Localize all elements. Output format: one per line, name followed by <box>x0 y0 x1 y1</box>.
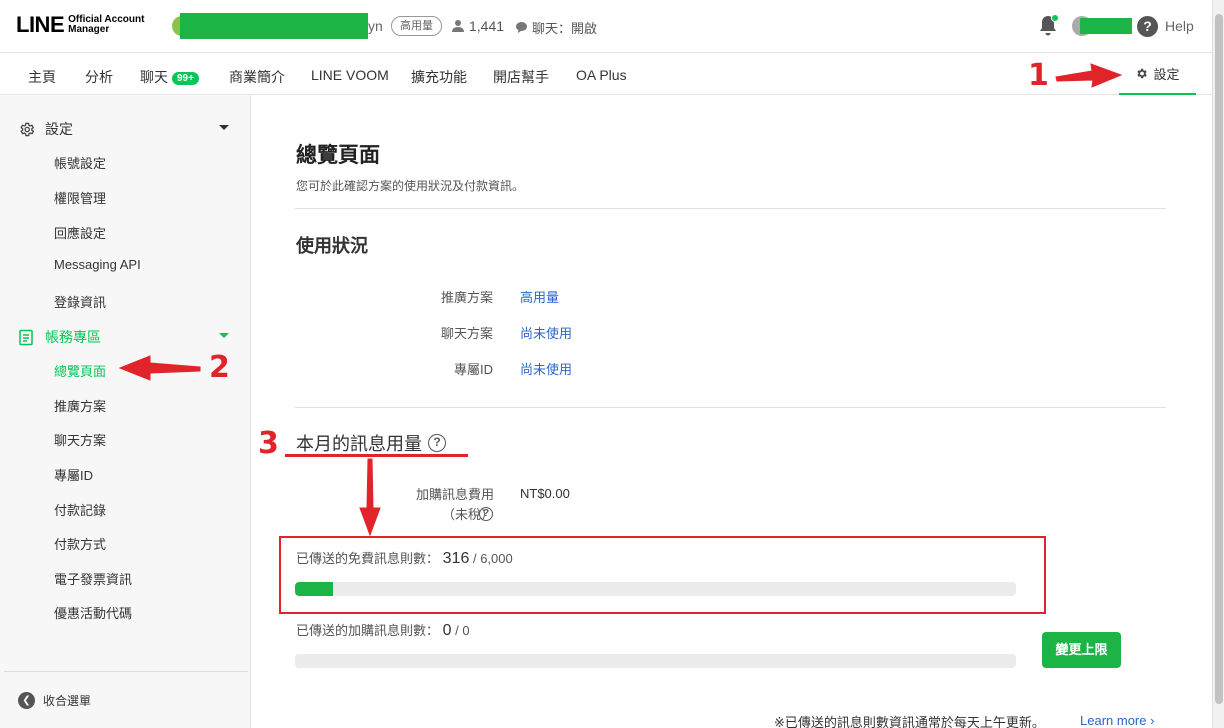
nav-business-profile[interactable]: 商業簡介 <box>229 67 285 87</box>
help-link[interactable]: Help <box>1165 18 1194 34</box>
premium-id-label: 專屬ID <box>453 362 493 377</box>
sidebar-item-promotion-plan[interactable]: 推廣方案 <box>54 396 106 415</box>
person-icon <box>452 20 464 32</box>
sidebar-item-e-invoice[interactable]: 電子發票資訊 <box>54 569 132 588</box>
question-icon[interactable]: ? <box>479 507 493 521</box>
sidebar-group-settings[interactable]: 設定 <box>18 119 73 139</box>
sidebar-item-registration-info[interactable]: 登錄資訊 <box>54 292 106 311</box>
promotion-plan-value[interactable]: 高用量 <box>520 287 559 306</box>
line-oa-logo[interactable]: LINE Official Account Manager <box>16 14 144 36</box>
sidebar-item-response-settings[interactable]: 回應設定 <box>54 223 106 242</box>
additional-fee-label-line1: 加購訊息費用 <box>415 487 494 502</box>
usage-status-heading: 使用狀況 <box>296 236 368 256</box>
collapse-menu-button[interactable]: ❮ 收合選單 <box>18 692 91 709</box>
promotion-plan-label: 推廣方案 <box>440 290 493 305</box>
chat-plan-value[interactable]: 尚未使用 <box>520 323 572 342</box>
sidebar: 設定 帳號設定 權限管理 回應設定 Messaging API 登錄資訊 帳務專… <box>0 95 251 728</box>
annotation-underline <box>285 454 468 457</box>
gear-outline-icon <box>20 122 35 136</box>
chat-status: 聊天：開啟 <box>515 18 597 37</box>
nav-home[interactable]: 主頁 <box>28 67 56 87</box>
notification-dot <box>1051 14 1059 22</box>
annotation-number-3: 3 <box>258 426 279 461</box>
friends-count-value: 1,441 <box>469 18 505 34</box>
question-icon[interactable]: ? <box>428 434 446 452</box>
page-title: 總覽頁面 <box>296 144 380 167</box>
friends-count: 1,441 <box>451 18 504 34</box>
main-content: 總覽頁面 您可於此確認方案的使用狀況及付款資訊。 使用狀況 推廣方案 高用量 聊… <box>252 95 1212 728</box>
sidebar-item-payment-history[interactable]: 付款記錄 <box>54 500 106 519</box>
collapse-menu-label: 收合選單 <box>43 694 92 708</box>
nav-shop-assistant[interactable]: 開店幫手 <box>493 67 549 87</box>
billing-document-icon <box>19 329 33 345</box>
annotation-number-2: 2 <box>209 350 230 385</box>
sidebar-item-premium-id[interactable]: 專屬ID <box>54 465 93 484</box>
learn-more-link[interactable]: Learn more › <box>1080 713 1154 728</box>
gear-icon <box>1137 68 1148 79</box>
chat-bubble-icon <box>516 22 527 33</box>
monthly-usage-heading-label: 本月的訊息用量 <box>296 434 422 454</box>
nav-settings[interactable]: 設定 <box>1119 54 1196 95</box>
top-header: LINE Official Account Manager yn 高用量 1,4… <box>0 0 1212 53</box>
sidebar-item-account-settings[interactable]: 帳號設定 <box>54 153 106 172</box>
sidebar-item-promo-code[interactable]: 優惠活動代碼 <box>54 603 132 622</box>
page-subtitle: 您可於此確認方案的使用狀況及付款資訊。 <box>296 179 525 193</box>
divider <box>295 208 1166 209</box>
paid-messages-progress <box>295 654 1016 668</box>
nav-chat-label: 聊天 <box>140 69 168 85</box>
annotation-number-1: 1 <box>1028 58 1049 93</box>
sidebar-item-payment-method[interactable]: 付款方式 <box>54 534 106 553</box>
user-name-redacted[interactable] <box>1080 18 1132 34</box>
sidebar-item-overview[interactable]: 總覽頁面 <box>54 361 106 380</box>
nav-settings-label: 設定 <box>1153 67 1180 82</box>
chat-plan-label: 聊天方案 <box>440 326 493 341</box>
paid-messages-total: / 0 <box>455 623 470 638</box>
sidebar-item-permissions[interactable]: 權限管理 <box>54 188 106 207</box>
vertical-scrollbar[interactable] <box>1212 0 1224 728</box>
chevron-down-icon[interactable] <box>219 125 229 130</box>
account-name-tail: yn <box>368 18 383 34</box>
premium-id-value[interactable]: 尚未使用 <box>520 359 572 378</box>
logo-subtitle-line2: Manager <box>68 24 110 35</box>
learn-more-label: Learn more <box>1080 713 1147 728</box>
chevron-down-icon[interactable] <box>219 333 229 338</box>
divider <box>295 407 1166 408</box>
sidebar-item-messaging-api[interactable]: Messaging API <box>54 257 141 272</box>
update-footnote: ※已傳送的訊息則數資訊通常於每天上午更新。 <box>774 715 1045 728</box>
plan-badge: 高用量 <box>391 16 442 36</box>
additional-fee-value: NT$0.00 <box>520 486 570 501</box>
monthly-usage-heading: 本月的訊息用量 ? <box>296 430 446 456</box>
chevron-left-icon: ❮ <box>18 692 35 709</box>
chat-status-label: 聊天：開啟 <box>532 21 598 36</box>
paid-messages-count: 0 <box>442 622 452 639</box>
account-name-redacted[interactable] <box>180 13 368 39</box>
nav-analytics[interactable]: 分析 <box>85 67 113 87</box>
scrollbar-thumb[interactable] <box>1215 14 1223 704</box>
paid-messages-label: 已傳送的加購訊息則數： <box>296 623 440 638</box>
paid-messages-line: 已傳送的加購訊息則數： 0 / 0 <box>296 620 470 640</box>
sidebar-item-chat-plan[interactable]: 聊天方案 <box>54 430 106 449</box>
help-icon[interactable]: ? <box>1137 16 1158 37</box>
logo-wordmark: LINE <box>16 12 65 37</box>
sidebar-group-billing[interactable]: 帳務專區 <box>18 327 101 347</box>
nav-line-voom[interactable]: LINE VOOM <box>311 67 389 83</box>
logo-subtitle: Official Account Manager <box>68 15 144 35</box>
nav-oa-plus[interactable]: OA Plus <box>576 67 627 83</box>
nav-chat[interactable]: 聊天 99+ <box>140 67 199 87</box>
nav-extensions[interactable]: 擴充功能 <box>411 67 467 87</box>
sidebar-group-billing-label: 帳務專區 <box>45 329 101 345</box>
annotation-highlight-box <box>279 536 1046 614</box>
sidebar-divider <box>4 671 248 672</box>
sidebar-group-settings-label: 設定 <box>45 121 73 137</box>
chat-unread-badge: 99+ <box>172 72 199 85</box>
change-limit-button[interactable]: 變更上限 <box>1042 632 1121 668</box>
